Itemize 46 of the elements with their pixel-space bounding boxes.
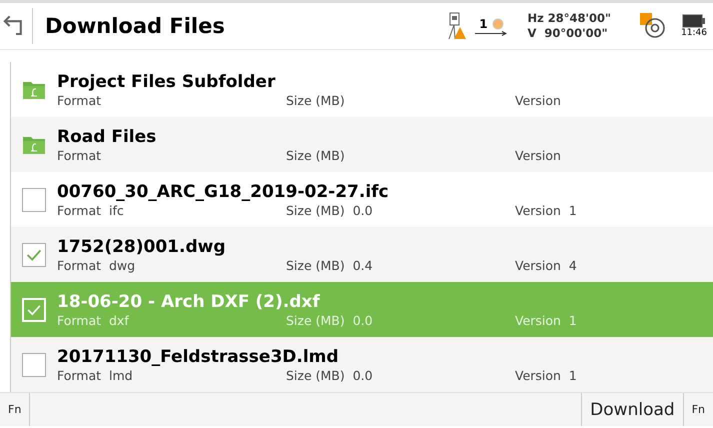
file-row[interactable]: 1752(28)001.dwg Format dwg Size (MB) 0.4 Version 4	[11, 227, 713, 282]
version-field: Version 1	[515, 368, 577, 382]
clock-time: 11:46	[681, 28, 707, 38]
file-name: Project Files Subfolder	[57, 72, 276, 92]
file-row[interactable]: Project Files Subfolder Format Size (MB) Version	[11, 62, 713, 117]
checkbox[interactable]	[22, 242, 46, 266]
file-row[interactable]: 20171130_Feldstrasse3D.lmd Format lmd Size (MB) 0.0 Version 1	[11, 337, 713, 392]
window-title: Download Files	[45, 14, 226, 38]
format-field: Format	[57, 92, 102, 108]
prism-count: 1	[479, 16, 488, 30]
version-field: Version	[515, 92, 561, 108]
version-field: Version	[515, 148, 561, 162]
folder-icon	[22, 134, 46, 155]
checkbox[interactable]	[22, 188, 46, 212]
arrow-icon	[475, 30, 508, 36]
format-field: Format lmd	[57, 368, 133, 382]
v-angle: V 90°00'00"	[527, 26, 609, 41]
prism-icon	[492, 18, 504, 30]
version-field: Version 1	[515, 202, 577, 218]
format-field: Format dxf	[57, 312, 129, 328]
file-name: 1752(28)001.dwg	[57, 236, 226, 258]
size-field: Size (MB) 0.0	[286, 368, 373, 382]
file-name: 00760_30_ARC_G18_2019-02-27.ifc	[57, 182, 389, 202]
folder-icon	[22, 79, 46, 100]
fn-button[interactable]: Fn	[684, 393, 713, 426]
format-field: Format ifc	[57, 202, 124, 218]
format-field: Format dwg	[57, 258, 136, 272]
file-row[interactable]: Road Files Format Size (MB) Version	[11, 117, 713, 172]
file-name: 20171130_Feldstrasse3D.lmd	[57, 346, 339, 368]
file-name: 18-06-20 - Arch DXF (2).dxf	[57, 292, 320, 312]
size-field: Size (MB) 0.4	[286, 258, 373, 272]
size-field: Size (MB) 0.0	[286, 202, 373, 218]
fn-button[interactable]: Fn	[0, 393, 30, 426]
file-row[interactable]: 00760_30_ARC_G18_2019-02-27.ifc Format ifc Size (MB) 0.0 Version 1	[11, 172, 713, 227]
file-name: Road Files	[57, 126, 156, 148]
hz-angle: Hz 28°48'00"	[527, 11, 612, 26]
format-field: Format	[57, 148, 102, 162]
connection-icon	[639, 12, 668, 40]
size-field: Size (MB)	[286, 148, 345, 162]
size-field: Size (MB)	[286, 92, 345, 108]
checkbox[interactable]	[22, 352, 46, 376]
version-field: Version 1	[515, 312, 577, 328]
download-button[interactable]: Download	[581, 393, 684, 426]
version-field: Version 4	[515, 258, 577, 272]
battery-icon	[682, 14, 706, 28]
size-field: Size (MB) 0.0	[286, 312, 373, 328]
